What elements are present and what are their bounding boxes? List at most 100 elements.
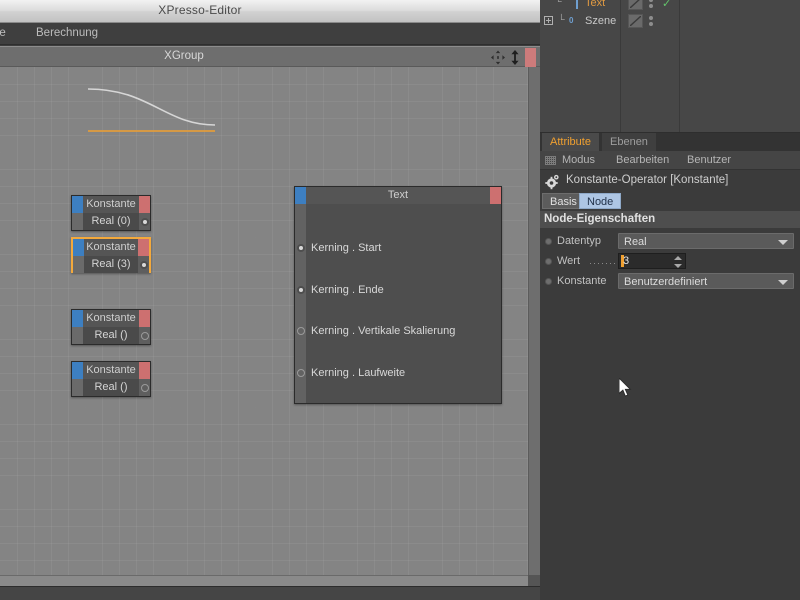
app-root: XPresso-Editor ätze Berechnung XGroup — [0, 0, 800, 600]
konstante-dropdown[interactable]: Benutzerdefiniert — [618, 273, 794, 289]
node-body: Real () — [72, 379, 150, 396]
attribute-manager-menubar: Modus Bearbeiten Benutzer — [540, 151, 800, 170]
output-port-red[interactable] — [139, 310, 150, 327]
text-object-icon — [576, 0, 578, 9]
input-socket[interactable] — [295, 366, 306, 380]
property-bullet[interactable] — [545, 278, 552, 285]
property-row-wert: Wert 3 — [540, 252, 800, 270]
node-output-socket[interactable] — [139, 213, 150, 230]
disabled-slash-icon — [630, 16, 641, 26]
property-row-datentyp: Datentyp Real — [540, 232, 800, 250]
node-text[interactable]: Text Kerning . Start Kerning . Ende Kern… — [294, 186, 502, 404]
tag-cell[interactable] — [628, 0, 643, 10]
node-output-label: Real (0) — [91, 215, 131, 227]
gear-icon — [545, 174, 559, 190]
port-label: Kerning . Vertikale Skalierung — [311, 325, 456, 337]
object-row-szene[interactable]: └ 0 Szene — [540, 12, 800, 30]
canvas-horizontal-scrollbar[interactable] — [0, 575, 528, 586]
node-header: Konstante — [72, 362, 150, 379]
label-dot-leader — [590, 263, 616, 264]
menu-item-saetze[interactable]: ätze — [0, 27, 6, 39]
input-socket[interactable] — [295, 283, 306, 297]
output-port-red[interactable] — [490, 187, 501, 204]
xgroup-header[interactable]: XGroup — [0, 46, 540, 67]
output-port-red[interactable] — [139, 196, 150, 213]
socket-dot — [140, 383, 149, 392]
hierarchy-glyph: └ — [555, 0, 562, 9]
input-socket[interactable] — [295, 324, 306, 338]
canvas-vertical-scrollbar[interactable] — [528, 67, 540, 575]
node-left-rail — [72, 379, 83, 396]
menu-item-bearbeiten[interactable]: Bearbeiten — [616, 154, 669, 166]
datentyp-dropdown[interactable]: Real — [618, 233, 794, 249]
grip-icon[interactable] — [545, 156, 556, 165]
node-output-label: Real () — [94, 381, 128, 393]
text-port-row[interactable]: Kerning . Start — [295, 241, 381, 255]
property-label: Konstante — [557, 275, 607, 287]
tab-ebenen[interactable]: Ebenen — [602, 133, 656, 151]
node-konstante-2[interactable]: Konstante Real (3) — [71, 237, 151, 273]
konstante-value: Benutzerdefiniert — [624, 276, 708, 288]
node-output-socket[interactable] — [139, 327, 150, 344]
node-body: Kerning . Start Kerning . Ende Kerning .… — [295, 204, 501, 403]
input-port-blue[interactable] — [72, 362, 83, 379]
menu-item-modus[interactable]: Modus — [562, 154, 595, 166]
node-konstante-4[interactable]: Konstante Real () — [71, 361, 151, 397]
visibility-dots[interactable] — [649, 16, 654, 28]
node-output-socket[interactable] — [139, 379, 150, 396]
property-bullet[interactable] — [545, 238, 552, 245]
xpresso-canvas[interactable]: Konstante Real (0) Konstante Real (3) Ko… — [0, 67, 528, 575]
move-icon[interactable] — [491, 50, 505, 65]
svg-text:0: 0 — [569, 16, 574, 25]
port-label: Kerning . Start — [311, 242, 382, 254]
socket-dot — [296, 286, 305, 294]
text-port-row[interactable]: Kerning . Ende — [295, 283, 384, 297]
input-port-blue[interactable] — [72, 196, 83, 213]
node-output-socket[interactable] — [138, 256, 149, 273]
node-body: Real (3) — [73, 256, 149, 273]
right-panel: └ Text ✓ └ 0 Szene Attribute Ebenen Modu… — [540, 0, 800, 600]
input-socket[interactable] — [295, 241, 306, 255]
output-port-red[interactable] — [138, 239, 149, 256]
node-title: Konstante — [86, 198, 136, 210]
number-stepper[interactable] — [674, 256, 682, 268]
text-port-row[interactable]: Kerning . Laufweite — [295, 366, 405, 380]
socket-dot — [140, 217, 149, 226]
visibility-dots[interactable] — [649, 0, 654, 10]
text-port-row[interactable]: Kerning . Vertikale Skalierung — [295, 324, 455, 338]
chevron-down-icon — [778, 280, 788, 285]
scrollbar-corner — [528, 575, 540, 586]
node-konstante-1[interactable]: Konstante Real (0) — [71, 195, 151, 231]
object-name: Szene — [585, 15, 617, 27]
input-port-blue[interactable] — [73, 239, 84, 256]
socket-dot — [296, 327, 305, 335]
tag-cell[interactable] — [628, 14, 643, 28]
menu-item-berechnung[interactable]: Berechnung — [36, 27, 98, 39]
wert-input[interactable]: 3 — [618, 253, 686, 269]
red-chip-indicator[interactable] — [525, 47, 536, 67]
tab-attribute[interactable]: Attribute — [542, 133, 599, 151]
input-port-blue[interactable] — [72, 310, 83, 327]
socket-dot — [296, 369, 305, 377]
node-header: Text — [295, 187, 501, 204]
socket-dot — [140, 331, 149, 340]
input-port-blue[interactable] — [295, 187, 306, 204]
expand-icon[interactable] — [544, 16, 553, 25]
scene-object-icon: 0 — [569, 16, 574, 25]
subtab-node[interactable]: Node — [579, 193, 622, 209]
node-output-label: Real (3) — [91, 258, 131, 270]
attribute-object-title: Konstante-Operator [Konstante] — [566, 174, 729, 186]
check-icon[interactable]: ✓ — [662, 0, 671, 10]
xpresso-titlebar[interactable]: XPresso-Editor — [0, 0, 540, 23]
menu-item-benutzer[interactable]: Benutzer — [687, 154, 731, 166]
object-manager[interactable]: └ Text ✓ └ 0 Szene — [540, 0, 800, 132]
property-bullet[interactable] — [545, 258, 552, 265]
node-body: Real () — [72, 327, 150, 344]
section-title: Node-Eigenschaften — [544, 213, 656, 225]
updown-arrow-icon[interactable] — [508, 49, 522, 65]
node-konstante-3[interactable]: Konstante Real () — [71, 309, 151, 345]
output-port-red[interactable] — [139, 362, 150, 379]
socket-dot — [296, 244, 305, 252]
node-header: Konstante — [72, 310, 150, 327]
object-row-text[interactable]: └ Text ✓ — [540, 0, 800, 12]
